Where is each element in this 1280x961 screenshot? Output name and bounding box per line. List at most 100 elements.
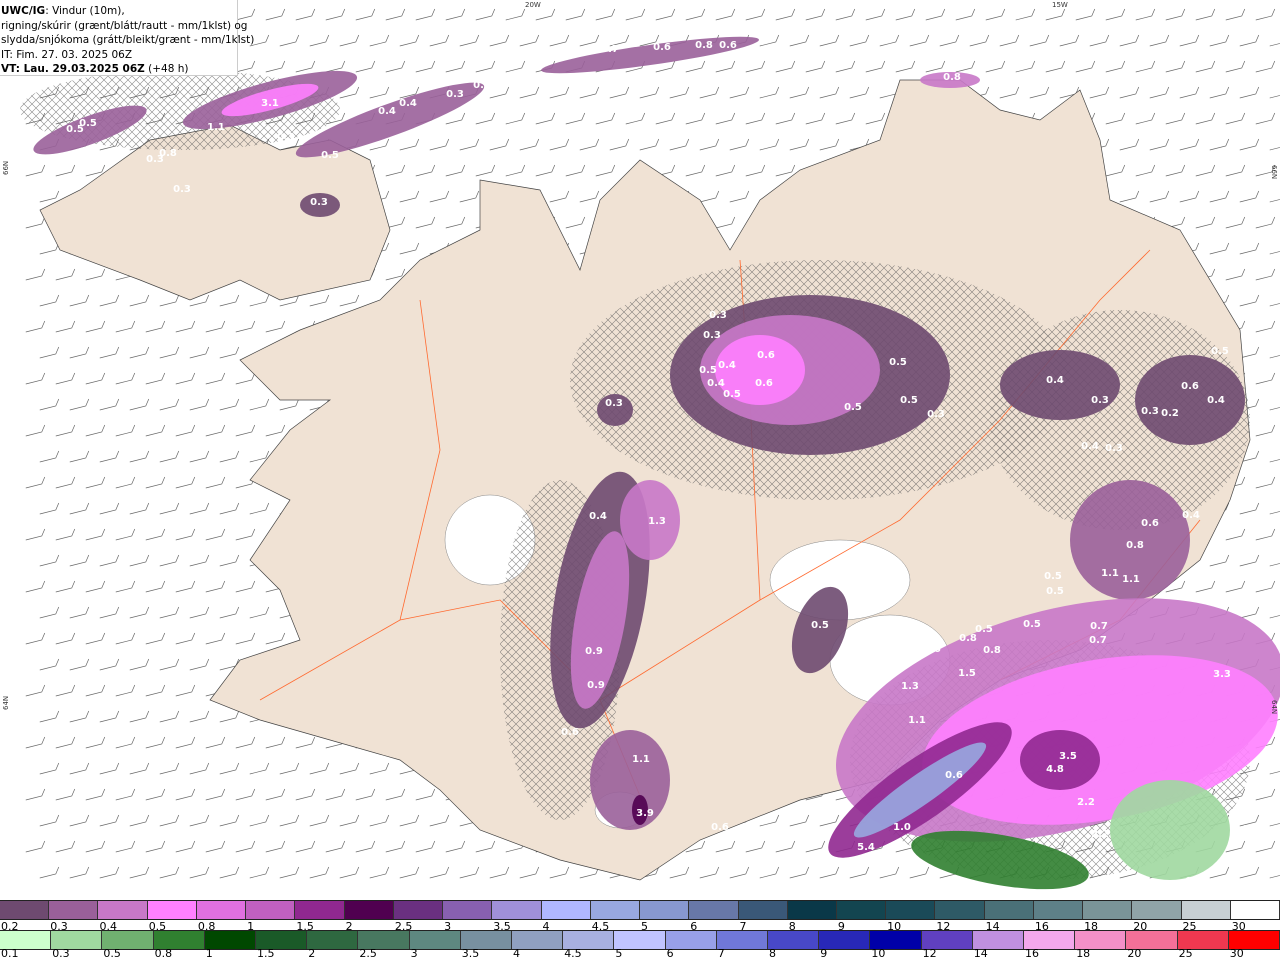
lead-time: (+48 h): [148, 63, 189, 75]
snow-colorbar: [0, 900, 1280, 920]
precip-value-label: 0.6: [1181, 381, 1199, 392]
precip-value-label: 0.4: [1081, 441, 1099, 452]
lat-66n-right-label: 66N: [1270, 165, 1278, 179]
precip-value-label: 0.6: [653, 42, 671, 53]
colorbar-swatch: [836, 901, 887, 919]
precip-value-label: 0.6: [757, 350, 775, 361]
colorbar-swatch: [49, 901, 99, 919]
precip-value-label: 0.6: [945, 770, 963, 781]
precip-value-label: 0.5: [1044, 571, 1062, 582]
precip-value-label: 0.8: [695, 40, 713, 51]
initial-time: IT: Fim. 27. 03. 2025 06Z: [1, 48, 133, 61]
precip-value-label: 0.3: [446, 89, 464, 100]
precip-value-label: 5.4: [857, 842, 875, 853]
precip-value-label: 0.5: [1046, 586, 1064, 597]
precip-value-label: 0.5: [900, 395, 918, 406]
header-line3: slydda/snjókoma (grátt/bleikt/grænt - mm…: [1, 34, 255, 46]
colorbar-swatch: [246, 901, 296, 919]
colorbar-label: 0.8: [154, 947, 173, 960]
precip-value-label: 1.5: [958, 668, 976, 679]
precip-value-label: 0.5: [889, 357, 907, 368]
precip-value-label: 0.5: [1211, 346, 1229, 357]
precip-value-label: 1.1: [207, 122, 225, 133]
colorbar-swatch: [147, 901, 197, 919]
precip-value-label: 0.6: [755, 378, 773, 389]
precip-value-label: 0.4: [1182, 510, 1200, 521]
precip-value-label: 1.0: [893, 822, 911, 833]
precip-value-label: 0.5: [1023, 619, 1041, 630]
precip-value-label: 0.5: [1185, 876, 1203, 887]
header-line2: rigning/skúrir (grænt/blátt/rautt - mm/1…: [1, 19, 248, 32]
colorbar-swatch: [1083, 901, 1133, 919]
precip-value-label: 3.5: [1059, 751, 1077, 762]
precip-value-label: 0.3: [1091, 395, 1109, 406]
precip-value-label: 0.6: [923, 644, 941, 655]
colorbar-label: 4: [513, 947, 520, 960]
precip-value-label: 0.7: [1090, 621, 1108, 632]
model-name: UWC/IG: [1, 5, 46, 17]
precip-area: [590, 730, 670, 830]
precip-area: [1110, 780, 1230, 880]
colorbar-label: 20: [1127, 947, 1142, 960]
header-line1: : Vindur (10m),: [45, 5, 125, 17]
precip-value-label: 0.8: [943, 72, 961, 83]
colorbar-swatch: [1033, 901, 1084, 919]
precip-value-label: 3.9: [636, 808, 654, 819]
precip-value-label: 0.7: [601, 44, 619, 55]
precip-value-label: 3.3: [1213, 669, 1231, 680]
colorbar-swatch: [738, 901, 788, 919]
precip-value-label: 0.5: [723, 389, 741, 400]
colorbar-swatch: [541, 901, 591, 919]
colorbar-label: 18: [1076, 947, 1091, 960]
precip-value-label: 0.9: [585, 646, 603, 657]
precip-value-label: 0.5: [79, 118, 97, 129]
precip-value-label: 0.9: [587, 680, 605, 691]
precip-area: [1135, 355, 1245, 445]
precip-value-label: 0.3: [277, 132, 295, 143]
precip-value-label: 0.3: [1105, 443, 1123, 454]
valid-time: VT: Lau. 29.03.2025 06Z: [1, 63, 145, 75]
precip-value-label: 0.4: [378, 106, 396, 117]
precip-value-label: 0.3: [310, 197, 328, 208]
colorbar-swatch: [393, 901, 444, 919]
precip-value-label: 1.0: [1231, 824, 1249, 835]
colorbar-label: 16: [1025, 947, 1039, 960]
colorbar-label: 3.5: [461, 947, 480, 960]
colorbar-swatch: [0, 901, 50, 919]
precip-value-label: 0.5: [844, 402, 862, 413]
precip-value-label: 0.5: [699, 365, 717, 376]
precip-value-label: 0.5: [811, 620, 829, 631]
precip-value-label: 0.5: [473, 80, 491, 91]
colorbar-label: 9: [820, 947, 828, 960]
colorbar-label: 8: [769, 947, 776, 960]
precip-value-label: 0.2: [1161, 408, 1179, 419]
lat-64n-right-label: 64N: [1270, 700, 1278, 714]
colorbar-swatch: [98, 901, 148, 919]
colorbar-swatch: [787, 901, 837, 919]
colorbar-label: 5: [615, 947, 623, 960]
colorbar-swatch: [1181, 901, 1231, 919]
lat-66n-left-label: 66N: [2, 161, 10, 175]
colorbar-swatch: [196, 901, 247, 919]
precip-value-label: 0.4: [589, 511, 607, 522]
precip-value-label: 0.4: [399, 98, 417, 109]
precip-value-label: 0.3: [173, 184, 191, 195]
precip-value-label: 0.3: [927, 409, 945, 420]
colorbar-swatch: [689, 901, 739, 919]
precip-value-label: 0.6: [711, 822, 729, 833]
precip-value-label: 1.1: [632, 754, 650, 765]
precip-value-label: 4.8: [1046, 764, 1064, 775]
colorbar-label: 1: [205, 947, 213, 960]
colorbar-swatch: [443, 901, 493, 919]
colorbar-label: 6: [666, 947, 674, 960]
colorbar-swatch: [295, 901, 345, 919]
colorbar-swatch: [492, 901, 542, 919]
colorbar-label: 14: [973, 947, 988, 960]
precip-value-label: 2.2: [1091, 829, 1109, 840]
colorbar-label: 2.5: [359, 947, 377, 960]
precip-value-label: 0.4: [1046, 375, 1064, 386]
precip-value-label: 1.3: [901, 681, 919, 692]
lat-64n-left-label: 64N: [2, 696, 10, 710]
precip-value-label: 0.3: [1141, 406, 1159, 417]
map-legend-header: UWC/IG: Vindur (10m), rigning/skúrir (gr…: [0, 0, 255, 76]
